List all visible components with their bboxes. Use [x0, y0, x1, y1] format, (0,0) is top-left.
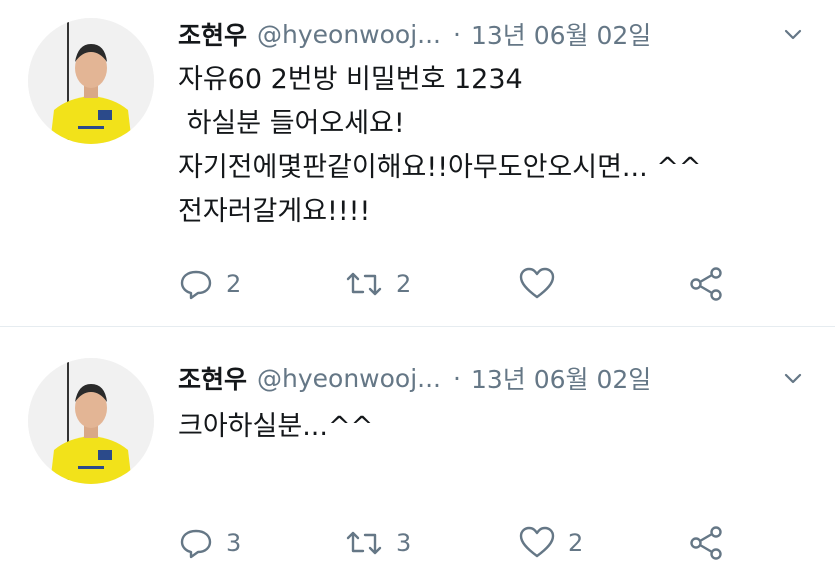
- avatar[interactable]: [28, 358, 154, 484]
- tweet: 조현우 @hyeonwooj... · 13년 06월 02일 크아하실분...…: [0, 327, 835, 566]
- chevron-down-icon[interactable]: [779, 364, 807, 392]
- tweet-header: 조현우 @hyeonwooj... · 13년 06월 02일: [178, 14, 815, 54]
- tweet: 조현우 @hyeonwooj... · 13년 06월 02일 자유60 2번방…: [0, 0, 835, 327]
- retweet-button[interactable]: 2: [344, 264, 411, 304]
- retweet-icon: [344, 525, 384, 561]
- separator-dot: ·: [453, 19, 461, 49]
- heart-icon: [518, 266, 556, 302]
- reply-count: 2: [226, 270, 242, 298]
- reply-icon: [178, 525, 214, 561]
- reply-button[interactable]: 2: [178, 264, 241, 304]
- tweet-actions: 3 3 2: [178, 523, 738, 563]
- like-button[interactable]: 2: [518, 523, 583, 563]
- heart-icon: [518, 525, 556, 561]
- tweet-header: 조현우 @hyeonwooj... · 13년 06월 02일: [178, 358, 815, 398]
- share-icon: [688, 266, 724, 302]
- author-handle[interactable]: @hyeonwooj...: [257, 364, 441, 393]
- reply-button[interactable]: 3: [178, 523, 241, 563]
- share-button[interactable]: [688, 523, 724, 563]
- author-handle[interactable]: @hyeonwooj...: [257, 20, 441, 49]
- author-name[interactable]: 조현우: [178, 360, 247, 396]
- tweet-text: 자유60 2번방 비밀번호 1234 하실분 들어오세요! 자기전에몇판같이해요…: [178, 64, 702, 227]
- share-icon: [688, 525, 724, 561]
- like-button[interactable]: [518, 264, 568, 304]
- like-count: 2: [568, 529, 584, 557]
- retweet-button[interactable]: 3: [344, 523, 411, 563]
- tweet-actions: 2 2: [178, 264, 738, 304]
- reply-count: 3: [226, 529, 242, 557]
- tweet-text: 크아하실분...^^: [178, 411, 374, 442]
- tweet-date[interactable]: 13년 06월 02일: [471, 16, 651, 52]
- retweet-count: 3: [396, 529, 412, 557]
- reply-icon: [178, 266, 214, 302]
- retweet-count: 2: [396, 270, 412, 298]
- retweet-icon: [344, 266, 384, 302]
- author-name[interactable]: 조현우: [178, 16, 247, 52]
- separator-dot: ·: [453, 363, 461, 393]
- share-button[interactable]: [688, 264, 724, 304]
- chevron-down-icon[interactable]: [779, 20, 807, 48]
- tweet-date[interactable]: 13년 06월 02일: [471, 360, 651, 396]
- avatar[interactable]: [28, 18, 154, 144]
